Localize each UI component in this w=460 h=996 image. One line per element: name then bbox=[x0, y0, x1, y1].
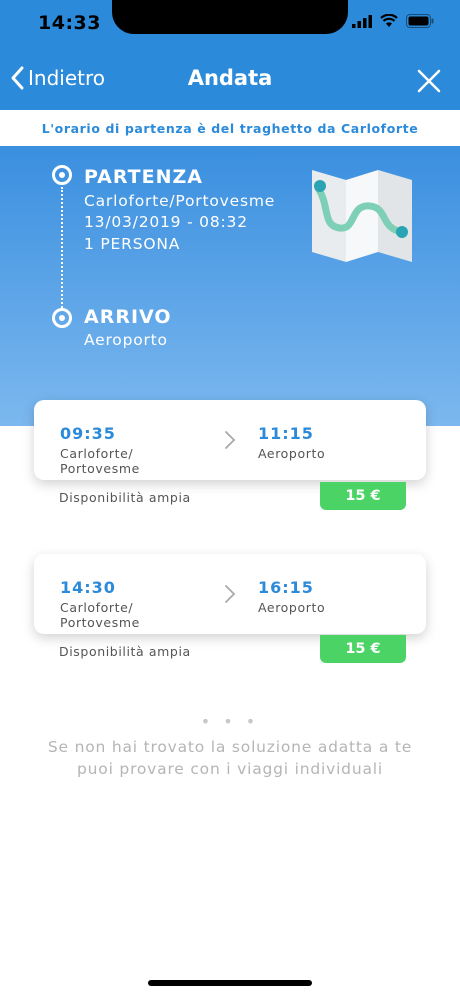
departure-place-line1: Carloforte/ bbox=[60, 446, 134, 461]
route-line bbox=[61, 187, 63, 311]
departure-datetime: 13/03/2019 - 08:32 bbox=[84, 213, 248, 231]
departure-place: Carloforte/ Portovesme bbox=[60, 600, 140, 630]
departure-time: 09:35 bbox=[60, 424, 116, 443]
result-card-0935[interactable]: 09:35 Carloforte/ Portovesme 11:15 Aerop… bbox=[34, 400, 426, 480]
price-button[interactable]: 15 € bbox=[320, 482, 406, 510]
result-card-1430[interactable]: 14:30 Carloforte/ Portovesme 16:15 Aerop… bbox=[34, 554, 426, 634]
arrival-time: 16:15 bbox=[258, 578, 314, 597]
departure-place: Carloforte/ Portovesme bbox=[60, 446, 140, 476]
departure-place-line2: Portovesme bbox=[60, 461, 140, 476]
arrival-time: 11:15 bbox=[258, 424, 314, 443]
status-icons bbox=[352, 14, 434, 28]
departure-place: Carloforte/Portovesme bbox=[84, 192, 276, 210]
arrival-place: Aeroporto bbox=[84, 331, 168, 349]
footer-line1: Se non hai trovato la soluzione adatta a… bbox=[47, 738, 413, 756]
signal-icon bbox=[352, 14, 372, 28]
status-time: 14:33 bbox=[38, 12, 101, 34]
chevron-right-icon bbox=[225, 585, 236, 603]
back-chevron-icon bbox=[11, 66, 24, 90]
close-icon[interactable] bbox=[416, 68, 442, 94]
arrival-label: ARRIVO bbox=[84, 306, 172, 328]
chevron-right-icon bbox=[225, 431, 236, 449]
back-label: Indietro bbox=[28, 66, 105, 90]
arrival-marker-icon bbox=[52, 308, 72, 328]
arrival-place: Aeroporto bbox=[258, 446, 326, 461]
wifi-icon bbox=[380, 14, 398, 27]
arrival-place: Aeroporto bbox=[258, 600, 326, 615]
departure-place-line1: Carloforte/ bbox=[60, 600, 134, 615]
map-icon bbox=[312, 170, 412, 262]
departure-label: PARTENZA bbox=[84, 166, 203, 188]
separator-dots: • • • bbox=[200, 712, 260, 731]
availability-text: Disponibilità ampia bbox=[59, 644, 191, 659]
header: 14:33 Indietro Andata bbox=[0, 0, 460, 110]
departure-place-line2: Portovesme bbox=[60, 615, 140, 630]
home-indicator[interactable] bbox=[148, 980, 312, 986]
departure-marker-icon bbox=[52, 165, 72, 185]
back-button[interactable]: Indietro bbox=[10, 66, 105, 90]
footer-line2[interactable]: puoi provare con i viaggi individuali bbox=[30, 758, 430, 780]
passengers: 1 PERSONA bbox=[84, 235, 181, 253]
price-button[interactable]: 15 € bbox=[320, 635, 406, 663]
battery-icon bbox=[406, 14, 434, 28]
departure-time: 14:30 bbox=[60, 578, 116, 597]
info-banner: L'orario di partenza è del traghetto da … bbox=[0, 110, 460, 146]
footer-message: Se non hai trovato la soluzione adatta a… bbox=[30, 736, 430, 780]
device-notch bbox=[112, 0, 348, 34]
availability-text: Disponibilità ampia bbox=[59, 490, 191, 505]
